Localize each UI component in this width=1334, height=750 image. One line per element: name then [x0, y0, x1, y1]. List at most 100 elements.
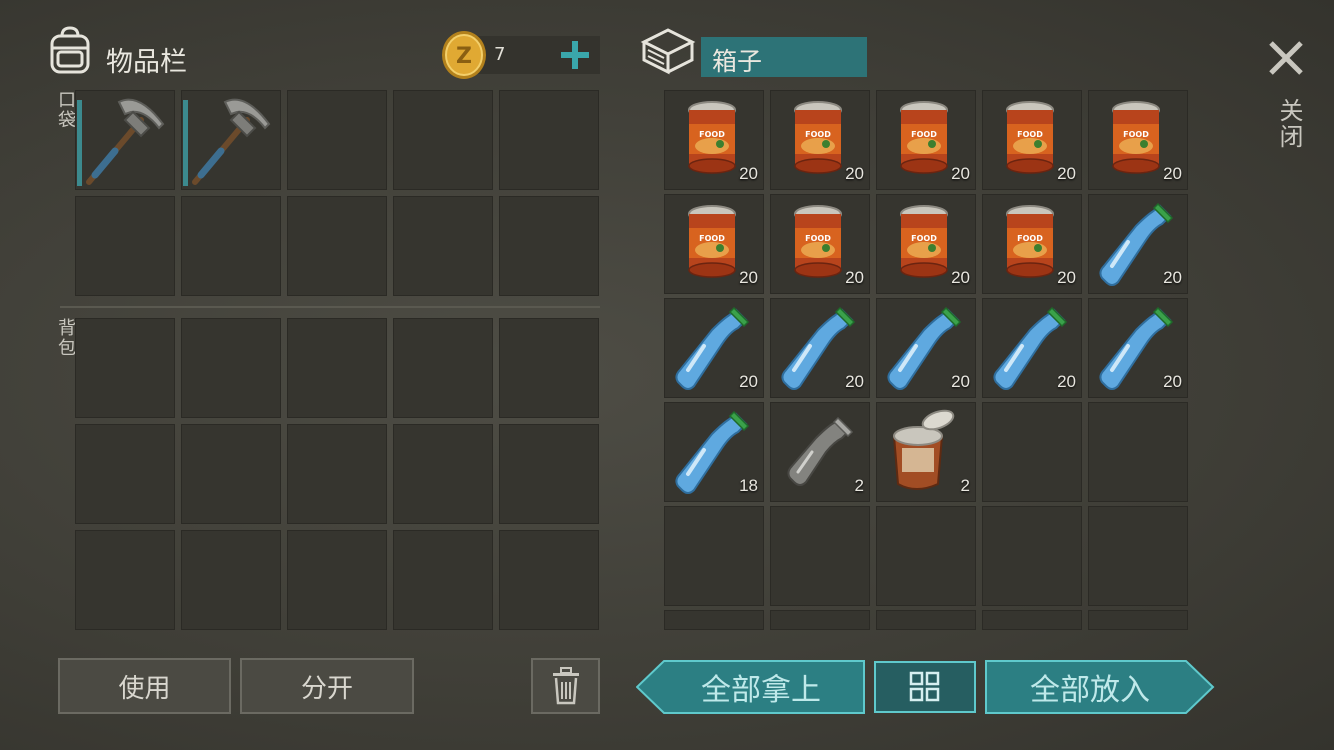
- box-slot[interactable]: 20: [876, 298, 976, 398]
- item-quantity: 20: [739, 268, 758, 287]
- backpack-slot[interactable]: [75, 424, 175, 524]
- pocket-slot[interactable]: [181, 90, 281, 190]
- item-quantity: 20: [845, 372, 864, 391]
- backpack-slot[interactable]: [499, 424, 599, 524]
- item-quantity: 20: [951, 372, 970, 391]
- backpack-slot[interactable]: [393, 424, 493, 524]
- box-slot[interactable]: 20: [770, 298, 870, 398]
- box-slot[interactable]: FOOD 20: [876, 194, 976, 294]
- svg-text:FOOD: FOOD: [805, 130, 831, 139]
- box-slot[interactable]: 18: [664, 402, 764, 502]
- box-slot-partial[interactable]: [876, 610, 976, 630]
- box-slot[interactable]: FOOD 20: [876, 90, 976, 190]
- item-quantity: 20: [1057, 268, 1076, 287]
- item-quantity: 20: [1163, 372, 1182, 391]
- box-slot[interactable]: 20: [1088, 194, 1188, 294]
- backpack-slot[interactable]: [393, 318, 493, 418]
- put-all-button[interactable]: 全部放入: [985, 660, 1215, 714]
- pocket-slot[interactable]: [393, 90, 493, 190]
- box-slot[interactable]: [982, 402, 1082, 502]
- box-title: 箱子: [712, 47, 763, 76]
- item-quantity: 18: [739, 476, 758, 495]
- pocket-slot[interactable]: [75, 196, 175, 296]
- box-slot-partial[interactable]: [982, 610, 1082, 630]
- pocket-slot[interactable]: [499, 196, 599, 296]
- trash-icon: [552, 667, 579, 705]
- box-slot[interactable]: FOOD 20: [770, 90, 870, 190]
- item-quantity: 20: [1057, 164, 1076, 183]
- box-icon: [640, 26, 696, 78]
- backpack-slot[interactable]: [287, 318, 387, 418]
- backpack-slot[interactable]: [499, 318, 599, 418]
- pocket-slot[interactable]: [75, 90, 175, 190]
- pocket-slot[interactable]: [393, 196, 493, 296]
- item-quantity: 2: [960, 476, 970, 495]
- backpack-slot[interactable]: [393, 530, 493, 630]
- box-slot[interactable]: 20: [664, 298, 764, 398]
- item-quantity: 20: [845, 268, 864, 287]
- pocket-slot[interactable]: [287, 90, 387, 190]
- item-quantity: 20: [951, 268, 970, 287]
- pickaxe-icon[interactable]: [181, 90, 281, 190]
- item-quantity: 20: [845, 164, 864, 183]
- box-slot[interactable]: FOOD 20: [770, 194, 870, 294]
- take-all-label: 全部拿上: [701, 673, 821, 708]
- backpack-slot[interactable]: [499, 530, 599, 630]
- pocket-slot[interactable]: [499, 90, 599, 190]
- backpack-slot[interactable]: [181, 318, 281, 418]
- box-slot[interactable]: [1088, 506, 1188, 606]
- box-slot[interactable]: 2: [876, 402, 976, 502]
- box-slot[interactable]: [982, 506, 1082, 606]
- backpack-slot[interactable]: [181, 424, 281, 524]
- box-slot[interactable]: FOOD 20: [1088, 90, 1188, 190]
- pocket-slot[interactable]: [287, 196, 387, 296]
- take-all-button[interactable]: 全部拿上: [636, 660, 866, 714]
- divider: [60, 306, 600, 308]
- close-label[interactable]: 关闭: [1272, 98, 1307, 150]
- box-slot[interactable]: FOOD 20: [982, 194, 1082, 294]
- backpack-slot[interactable]: [75, 318, 175, 418]
- box-slot[interactable]: [1088, 402, 1188, 502]
- sort-button[interactable]: [874, 661, 976, 713]
- box-slot[interactable]: [770, 506, 870, 606]
- svg-text:FOOD: FOOD: [1123, 130, 1149, 139]
- svg-text:FOOD: FOOD: [699, 234, 725, 243]
- inventory-title: 物品栏: [106, 47, 187, 78]
- trash-button[interactable]: [531, 658, 600, 714]
- backpack-slot[interactable]: [181, 530, 281, 630]
- put-all-label: 全部放入: [1030, 673, 1150, 708]
- box-slot[interactable]: [876, 506, 976, 606]
- backpack-slot[interactable]: [287, 424, 387, 524]
- box-slot-partial[interactable]: [770, 610, 870, 630]
- box-slot[interactable]: [664, 506, 764, 606]
- box-slot[interactable]: 20: [982, 298, 1082, 398]
- item-quantity: 20: [739, 372, 758, 391]
- box-slot[interactable]: 20: [1088, 298, 1188, 398]
- svg-text:FOOD: FOOD: [699, 130, 725, 139]
- item-quantity: 20: [1163, 268, 1182, 287]
- close-icon: [1269, 41, 1303, 75]
- coin-icon: Z: [440, 30, 488, 80]
- backpack-icon: [46, 26, 94, 76]
- coin-amount: 7: [494, 44, 506, 65]
- svg-text:FOOD: FOOD: [1017, 234, 1043, 243]
- item-quantity: 2: [854, 476, 864, 495]
- use-button[interactable]: 使用: [58, 658, 231, 714]
- item-quantity: 20: [951, 164, 970, 183]
- box-slot[interactable]: FOOD 20: [664, 194, 764, 294]
- svg-text:Z: Z: [456, 44, 472, 69]
- backpack-slot[interactable]: [287, 530, 387, 630]
- backpack-slot[interactable]: [75, 530, 175, 630]
- pickaxe-icon[interactable]: [75, 90, 175, 190]
- box-slot-partial[interactable]: [1088, 610, 1188, 630]
- plus-icon: [561, 41, 589, 69]
- box-slot[interactable]: FOOD 20: [982, 90, 1082, 190]
- box-slot[interactable]: 2: [770, 402, 870, 502]
- split-button[interactable]: 分开: [240, 658, 414, 714]
- pocket-slot[interactable]: [181, 196, 281, 296]
- box-slot[interactable]: FOOD 20: [664, 90, 764, 190]
- box-slot-partial[interactable]: [664, 610, 764, 630]
- add-coins-button[interactable]: [558, 38, 592, 72]
- item-quantity: 20: [739, 164, 758, 183]
- close-button[interactable]: [1266, 38, 1306, 78]
